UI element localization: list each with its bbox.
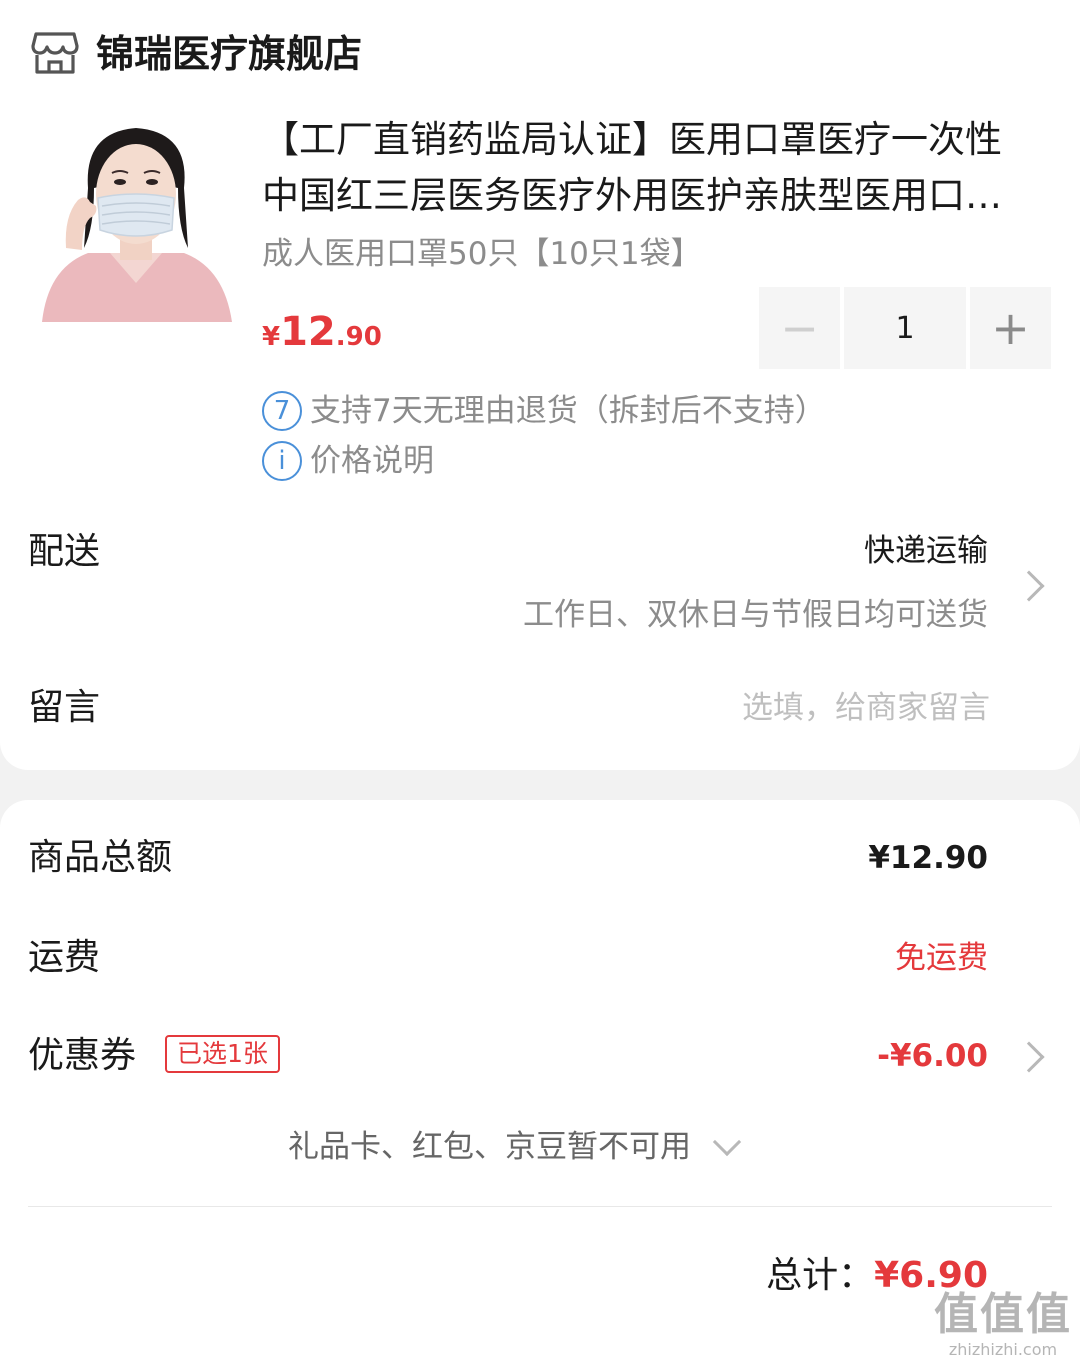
quantity-minus-button[interactable]: − (759, 287, 840, 369)
delivery-method[interactable]: 快递运输 (864, 528, 988, 574)
price-note[interactable]: i 价格说明 (262, 439, 434, 483)
watermark-url: zhizhizhi.com (948, 1340, 1058, 1359)
message-input[interactable] (550, 684, 990, 732)
product-spec[interactable]: 成人医用口罩50只【10只1袋】 (262, 232, 702, 276)
store-name[interactable]: 锦瑞医疗旗舰店 (96, 30, 362, 78)
price-integer: 12 (280, 309, 336, 355)
total-label: 总计： (766, 1255, 875, 1296)
return-policy[interactable]: 7 支持7天无理由退货（拆封后不支持） (262, 389, 826, 433)
price-note-text: 价格说明 (310, 443, 434, 479)
quantity-plus-button[interactable]: + (970, 287, 1051, 369)
summary-divider (28, 1206, 1052, 1207)
coupon-label[interactable]: 优惠券 (28, 1032, 136, 1080)
price-currency: ¥ (262, 322, 281, 352)
quantity-stepper: − 1 + (759, 287, 1053, 369)
shipping-label: 运费 (28, 937, 101, 978)
watermark-logo: 值值值 (934, 1289, 1072, 1340)
store-icon (31, 32, 79, 74)
return-policy-text: 支持7天无理由退货（拆封后不支持） (310, 393, 826, 429)
info-icon: i (262, 441, 302, 481)
seven-day-return-icon: 7 (262, 391, 302, 431)
unavailable-payments-toggle[interactable]: 礼品卡、红包、京豆暂不可用 (288, 1124, 742, 1170)
coupon-selected-badge[interactable]: 已选1张 (165, 1035, 280, 1073)
message-label: 留言 (28, 687, 101, 728)
shipping-value: 免运费 (895, 940, 988, 976)
product-title-line-2[interactable]: 中国红三层医务医疗外用医护亲肤型医用口… (262, 172, 1037, 220)
watermark: 值值值 zhizhizhi.com (934, 1290, 1072, 1360)
subtotal-value: ¥12.90 (868, 840, 988, 876)
quantity-value[interactable]: 1 (844, 287, 966, 369)
delivery-schedule[interactable]: 工作日、双休日与节假日均可送货 (523, 592, 988, 638)
product-image[interactable] (38, 118, 234, 324)
delivery-label: 配送 (28, 531, 101, 572)
price-decimal: .90 (335, 322, 382, 352)
chevron-down-icon (712, 1127, 742, 1157)
coupon-discount-value[interactable]: -¥6.00 (877, 1032, 988, 1080)
product-price: ¥12.90 (262, 308, 382, 364)
unavailable-payments-text: 礼品卡、红包、京豆暂不可用 (288, 1129, 691, 1165)
product-title-line-1[interactable]: 【工厂直销药监局认证】医用口罩医疗一次性 (262, 116, 1037, 164)
subtotal-label: 商品总额 (28, 837, 173, 878)
